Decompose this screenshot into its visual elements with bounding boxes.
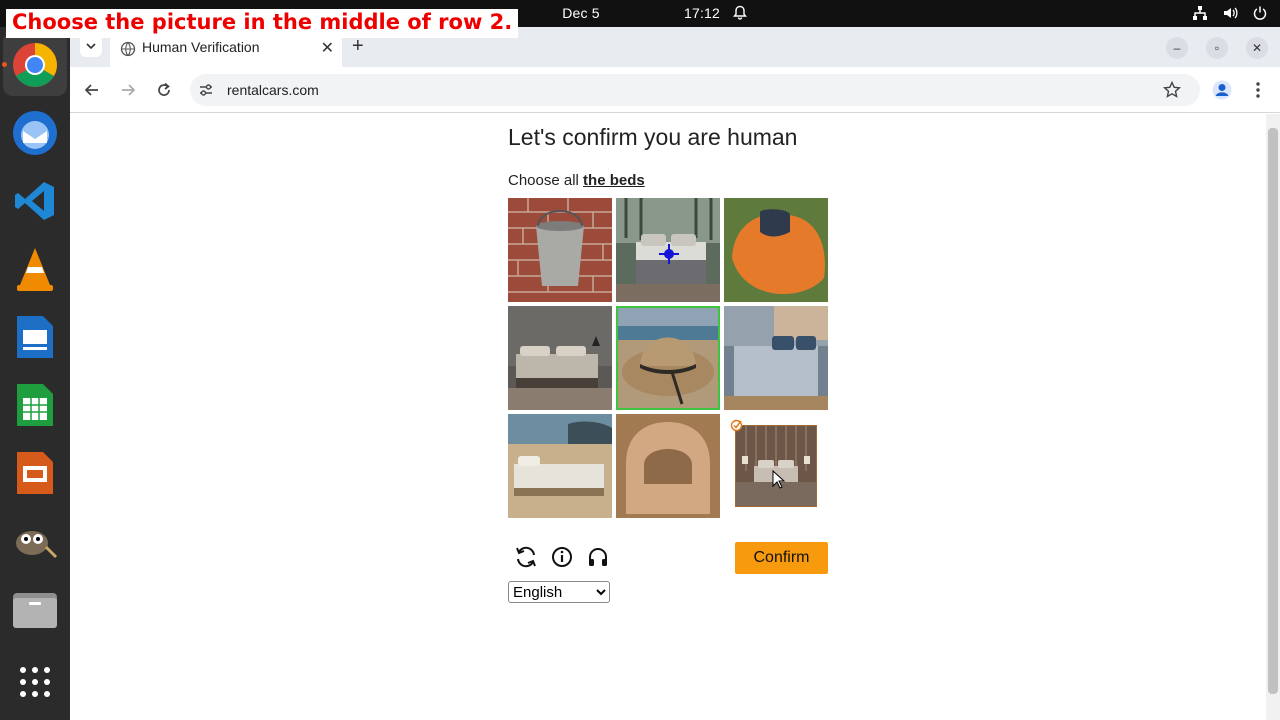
gimp-icon[interactable] (11, 517, 59, 565)
selected-check-icon (730, 419, 743, 432)
tan-bag-image (616, 414, 720, 518)
back-arrow-icon (84, 84, 98, 96)
power-icon[interactable] (1252, 5, 1268, 21)
hat-beach-image (616, 306, 720, 410)
info-icon[interactable] (550, 545, 574, 569)
dark-room-bed-image (508, 306, 612, 410)
calc-icon[interactable] (11, 381, 59, 429)
reload-button[interactable] (152, 78, 176, 102)
globe-icon (120, 41, 136, 57)
captcha-tile-r2c3[interactable] (724, 306, 828, 410)
restore-button[interactable]: ▫ (1206, 37, 1228, 59)
tab-human-verification[interactable]: Human Verification ✕ (110, 33, 342, 67)
vlc-icon[interactable] (11, 245, 59, 293)
captcha-tile-r3c2[interactable] (616, 414, 720, 518)
vscode-icon[interactable] (11, 177, 59, 225)
captcha-tile-r2c1[interactable] (508, 306, 612, 410)
new-tab-button[interactable]: + (352, 35, 364, 58)
thunderbird-icon[interactable] (11, 109, 59, 157)
captcha-tile-r1c1[interactable] (508, 198, 612, 302)
minimize-button[interactable]: – (1166, 37, 1188, 59)
bedroom-wooden-wall-image (736, 426, 816, 506)
volume-icon[interactable] (1222, 5, 1238, 21)
captcha-tile-r3c3[interactable] (735, 425, 817, 507)
network-icon[interactable] (1192, 5, 1208, 21)
close-tab-icon[interactable]: ✕ (321, 38, 334, 58)
forward-arrow-icon (122, 84, 136, 96)
beach-bed-image (508, 414, 612, 518)
profile-icon[interactable] (1212, 80, 1232, 100)
app-grid-icon[interactable] (11, 658, 59, 706)
task-instruction-overlay: Choose the picture in the middle of row … (6, 9, 519, 38)
notification-bell-icon[interactable] (732, 5, 748, 21)
forward-button[interactable] (116, 78, 140, 102)
confirm-button[interactable]: Confirm (735, 542, 828, 574)
captcha-tile-r3c1[interactable] (508, 414, 612, 518)
chevron-down-icon (86, 43, 96, 50)
captcha-tile-r1c3[interactable] (724, 198, 828, 302)
impress-icon[interactable] (11, 449, 59, 497)
captcha-tile-r2c2[interactable] (616, 306, 720, 410)
chrome-icon[interactable] (11, 41, 59, 89)
back-button[interactable] (80, 78, 104, 102)
crosshair-marker-icon (659, 244, 679, 264)
bucket-image (508, 198, 612, 302)
running-indicator (2, 62, 7, 67)
date-label: Dec 5 (562, 5, 600, 21)
close-window-button[interactable]: ✕ (1246, 37, 1268, 59)
captcha-title: Let's confirm you are human (508, 124, 798, 150)
captcha-prompt-prefix: Choose all (508, 172, 584, 189)
orange-bag-image (724, 198, 828, 302)
time-label: 17:12 (684, 5, 721, 21)
writer-icon[interactable] (11, 313, 59, 361)
bed-blue-pillows-image (724, 306, 828, 410)
scrollbar-thumb[interactable] (1268, 128, 1278, 694)
headphones-audio-icon[interactable] (586, 545, 610, 569)
reload-icon (158, 82, 170, 96)
bookmark-star-icon[interactable] (1163, 81, 1181, 99)
language-select[interactable]: English (508, 581, 610, 603)
mouse-cursor-icon (772, 470, 786, 489)
address-bar[interactable] (190, 74, 1200, 106)
tab-search-button[interactable] (80, 35, 102, 57)
captcha-prompt: Choose all the beds (508, 172, 645, 189)
files-icon[interactable] (11, 585, 59, 633)
url-text: rentalcars.com (227, 82, 319, 98)
tab-title: Human Verification (142, 39, 260, 55)
refresh-icon[interactable] (514, 545, 538, 569)
captcha-target-label: the beds (583, 172, 645, 189)
site-info-icon[interactable] (198, 82, 214, 98)
menu-kebab-icon[interactable] (1250, 80, 1266, 100)
